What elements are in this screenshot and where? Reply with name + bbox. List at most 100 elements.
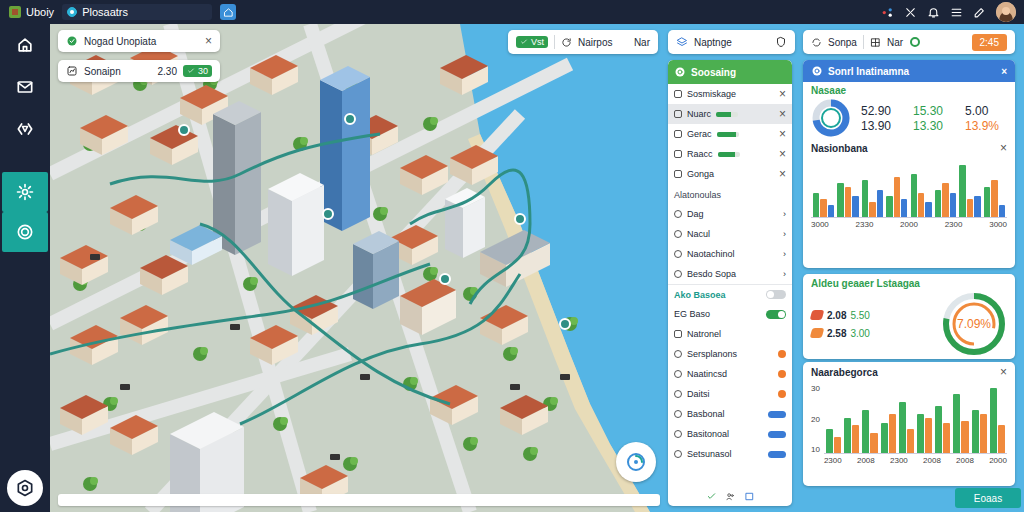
bar [899, 402, 906, 453]
layer-item[interactable]: Gonga× [668, 164, 792, 184]
link-item[interactable]: Besdo Sopa› [668, 264, 792, 284]
timeline-strip[interactable] [58, 494, 660, 506]
sidebar-item[interactable] [2, 172, 48, 212]
link-item[interactable]: Naotachinol› [668, 244, 792, 264]
toolbar-item[interactable]: Nar [887, 37, 903, 48]
sidebar-item[interactable] [2, 66, 48, 108]
link-icon [674, 250, 682, 258]
share-icon[interactable] [881, 6, 894, 19]
eoaas-button[interactable]: Eoaas [955, 488, 1021, 508]
bar [990, 388, 997, 453]
close-button[interactable]: × [779, 108, 786, 120]
layer-icon [674, 170, 682, 178]
option-item[interactable]: Daitsi [668, 384, 792, 404]
trend-card: Naarabegorca×302010230020082300200820082… [803, 362, 1015, 486]
view-chip[interactable]: Vst [516, 36, 548, 48]
y-axis: 302010 [811, 384, 820, 454]
close-button[interactable]: × [1000, 366, 1007, 378]
link-label: Naotachinol [687, 249, 778, 259]
locate-button[interactable] [616, 442, 656, 482]
bar [984, 187, 990, 218]
bar-group [862, 156, 883, 217]
option-item[interactable]: Sersplanons [668, 344, 792, 364]
bar [845, 187, 851, 218]
chip-label: Vst [531, 37, 544, 47]
chevron-icon: › [783, 209, 786, 219]
option-item[interactable]: Basitonoal [668, 424, 792, 444]
sidebar-item[interactable] [2, 108, 48, 150]
group-toggle[interactable] [766, 290, 786, 299]
avatar[interactable] [996, 2, 1016, 22]
close-button[interactable]: × [779, 148, 786, 160]
home-icon [223, 7, 234, 18]
search-card[interactable]: Nogad Unopiata× [58, 30, 220, 52]
toolbar-item[interactable]: Nar [634, 37, 650, 48]
chart-wrap: 302010230020082300200820082000 [803, 382, 1015, 467]
menu-icon[interactable] [950, 6, 963, 19]
x-axis-labels: 30002330200023003000 [811, 218, 1007, 229]
sidebar-item[interactable] [2, 24, 48, 66]
layer-icon [674, 90, 682, 98]
group-header[interactable]: Ako Basoea [668, 284, 792, 304]
stats-card: Sonrl Inatinamna×Nasaae52.9015.305.0013.… [803, 60, 1015, 268]
option-label: Basitonoal [687, 429, 763, 439]
close-button[interactable]: × [779, 168, 786, 180]
sidebar [0, 24, 50, 512]
layer-bar-fill [716, 112, 731, 117]
home-button[interactable] [220, 4, 236, 20]
bell-icon[interactable] [927, 6, 940, 19]
bar [813, 193, 819, 217]
users-icon[interactable] [725, 491, 736, 502]
option-item[interactable]: Basbonal [668, 404, 792, 424]
hexagon-icon [15, 478, 35, 498]
chevron-icon: › [783, 269, 786, 279]
kpi-row: 52.9015.305.0013.9013.3013.9% [811, 98, 1007, 138]
layer-item[interactable]: Gerac× [668, 124, 792, 144]
layer-item[interactable]: Sosmiskage× [668, 84, 792, 104]
bar [862, 180, 868, 217]
tag-icon [810, 328, 825, 338]
panel-footer [668, 487, 792, 506]
kpi-value: 5.00 [965, 104, 1007, 118]
toolbar-item[interactable]: Nairpos [578, 37, 628, 48]
edit-icon[interactable] [973, 6, 986, 19]
link-label: Dag [687, 209, 778, 219]
app-tab[interactable]: Plosaatrs [62, 4, 212, 20]
layer-item[interactable]: Nuarc× [668, 104, 792, 124]
close-button[interactable]: × [205, 35, 212, 47]
map-view[interactable]: Nogad Unopiata×Sonaipn2.3030VstNairposNa… [50, 24, 1024, 512]
layer-item[interactable]: Raacc × [668, 144, 792, 164]
option-item[interactable]: Setsunasol [668, 444, 792, 464]
action-button[interactable]: 2:45 [972, 34, 1007, 51]
axis-label: 2008 [857, 456, 875, 465]
gauge-reading-wrap: 7.09% [941, 291, 1007, 357]
grid-icon[interactable] [744, 491, 755, 502]
check-icon[interactable] [706, 491, 717, 502]
kpi-value: 13.9% [965, 119, 1007, 133]
settings-button[interactable] [7, 470, 43, 506]
recycle-icon [15, 119, 35, 139]
link-icon [674, 230, 682, 238]
link-item[interactable]: Nacul› [668, 224, 792, 244]
toolbar-item[interactable]: Naptnge [694, 37, 769, 48]
close-button[interactable]: × [1001, 66, 1007, 77]
bar [877, 190, 883, 217]
bar [980, 414, 987, 453]
option-item[interactable]: Naatincsd [668, 364, 792, 384]
close-button[interactable]: × [779, 88, 786, 100]
toolbar-item[interactable]: Sonpa [828, 37, 857, 48]
tools-icon[interactable] [904, 6, 917, 19]
chevron-icon: › [783, 229, 786, 239]
close-button[interactable]: × [779, 128, 786, 140]
axis-label: 20 [811, 415, 820, 424]
link-item[interactable]: Dag › [668, 204, 792, 224]
option-item[interactable]: EG Baso [668, 304, 792, 324]
layer-label: Raacc [687, 149, 713, 159]
status-pill [768, 451, 786, 458]
close-button[interactable]: × [1000, 142, 1007, 154]
option-item[interactable]: Natronel [668, 324, 792, 344]
brand: Uboiy [8, 5, 54, 19]
option-toggle[interactable] [766, 310, 786, 319]
bar-group [813, 156, 834, 217]
sidebar-item[interactable] [2, 212, 48, 252]
